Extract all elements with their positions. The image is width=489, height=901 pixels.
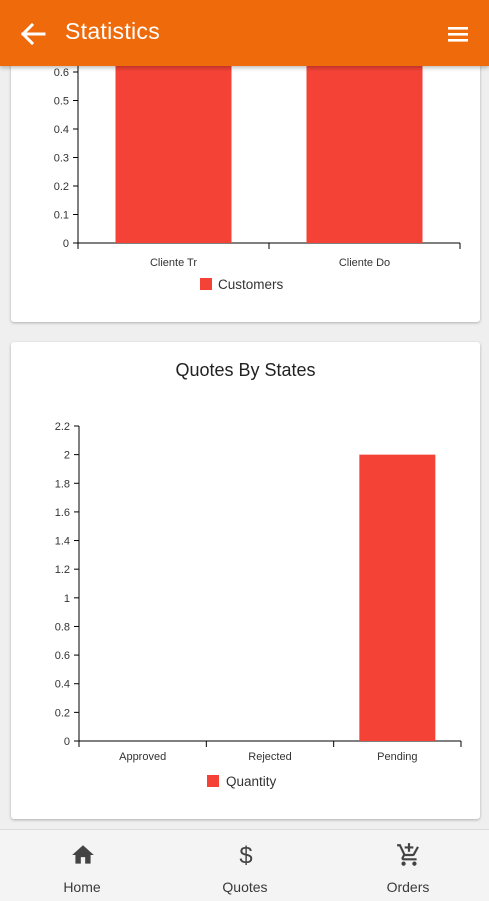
customers-bar-chart: 0 0.1 0.2 0.3 0.4 0.5 0.6 Cliente Tr Cliente Do C… xyxy=(54,40,461,292)
back-button[interactable] xyxy=(14,20,50,48)
y-tick-label: 2 xyxy=(64,450,70,462)
nav-orders-label: Orders xyxy=(386,879,430,895)
bottom-navigation: Home $ Quotes Orders xyxy=(0,829,489,901)
x-tick-label: Approved xyxy=(119,751,166,763)
bar xyxy=(359,454,436,741)
y-tick-label: 0.6 xyxy=(54,67,69,79)
nav-home[interactable]: Home xyxy=(22,830,142,901)
y-tick-label: 0.5 xyxy=(54,96,69,108)
y-tick-label: 0 xyxy=(63,238,69,250)
y-tick-label: 1 xyxy=(64,593,70,605)
y-tick-label: 0.1 xyxy=(54,210,69,222)
home-icon xyxy=(72,845,94,864)
nav-orders[interactable]: Orders xyxy=(348,830,468,901)
y-tick-label: 1.8 xyxy=(55,478,70,490)
y-tick-label: 0.8 xyxy=(55,621,70,633)
legend-label: Quantity xyxy=(226,774,277,789)
nav-home-label: Home xyxy=(63,879,101,895)
menu-button[interactable] xyxy=(443,21,473,47)
app-bar: Statistics xyxy=(0,0,489,66)
y-tick-label: 0.3 xyxy=(54,153,69,165)
x-tick-label: Pending xyxy=(377,751,417,763)
y-tick-label: 0.2 xyxy=(55,707,70,719)
legend-swatch xyxy=(200,278,212,290)
bar xyxy=(306,40,423,243)
y-tick-label: 1.2 xyxy=(55,564,70,576)
y-tick-label: 1.4 xyxy=(55,536,70,548)
y-tick-label: 2.2 xyxy=(55,421,70,433)
cart-add-icon xyxy=(397,843,419,866)
x-tick-label: Cliente Do xyxy=(339,257,390,269)
legend-label: Customers xyxy=(218,277,284,292)
customers-chart-card: 0 0.1 0.2 0.3 0.4 0.5 0.6 Cliente Tr Cliente Do C… xyxy=(11,40,480,322)
y-tick-label: 0 xyxy=(64,736,70,748)
y-tick-label: 0.4 xyxy=(55,679,70,691)
page-title: Statistics xyxy=(65,18,161,44)
y-tick-label: 0.2 xyxy=(54,181,69,193)
nav-quotes-label: Quotes xyxy=(222,879,268,895)
svg-text:$: $ xyxy=(239,843,252,868)
arrow-left-icon xyxy=(20,22,46,46)
x-tick-label: Rejected xyxy=(248,751,291,763)
legend-swatch xyxy=(207,775,219,787)
y-tick-label: 0.4 xyxy=(54,124,69,136)
quotes-bar-chart: 0 0.2 0.4 0.6 0.8 1 1.2 1.4 1.6 1.8 2 2.2 Approved Re… xyxy=(55,421,462,789)
y-tick-label: 0.6 xyxy=(55,650,70,662)
quotes-chart-card: Quotes By States 0 0.2 0.4 0.6 0.8 1 1.2 1.4 1.6… xyxy=(11,342,480,819)
dollar-icon: $ xyxy=(239,843,252,868)
x-tick-label: Cliente Tr xyxy=(150,257,197,269)
bar xyxy=(115,40,232,243)
hamburger-menu-icon xyxy=(448,27,468,42)
y-tick-label: 1.6 xyxy=(55,507,70,519)
nav-quotes[interactable]: $ Quotes xyxy=(185,830,305,901)
